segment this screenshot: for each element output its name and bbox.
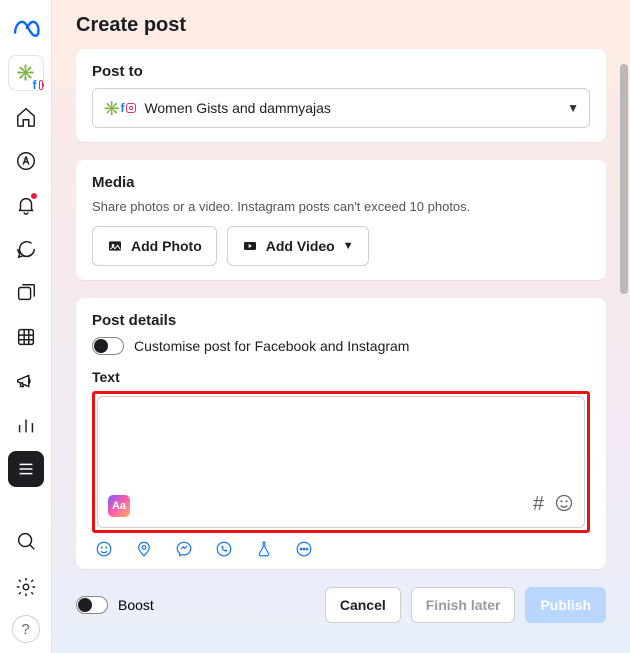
add-photo-label: Add Photo xyxy=(131,238,202,254)
grid-icon[interactable] xyxy=(8,319,44,355)
media-heading: Media xyxy=(92,174,590,191)
publish-button: Publish xyxy=(525,587,606,623)
more-icon[interactable] xyxy=(294,539,314,559)
post-to-heading: Post to xyxy=(92,63,590,80)
help-button[interactable]: ? xyxy=(12,615,40,643)
footer-bar: Boost Cancel Finish later Publish xyxy=(52,587,630,637)
menu-icon[interactable] xyxy=(8,451,44,487)
emoji-icon[interactable] xyxy=(554,493,574,519)
cancel-button[interactable]: Cancel xyxy=(325,587,401,623)
whatsapp-icon[interactable] xyxy=(214,539,234,559)
home-icon[interactable] xyxy=(8,99,44,135)
chevron-down-icon: ▼ xyxy=(343,240,354,252)
customise-label: Customise post for Facebook and Instagra… xyxy=(134,338,409,354)
meta-logo[interactable] xyxy=(12,14,40,47)
text-label: Text xyxy=(92,369,590,385)
megaphone-icon[interactable] xyxy=(8,363,44,399)
post-to-card: Post to ✳️ f Women Gists and dammyajas ▼ xyxy=(76,49,606,142)
text-style-icon[interactable]: Aa xyxy=(108,495,130,517)
media-card: Media Share photos or a video. Instagram… xyxy=(76,160,606,280)
feeling-icon[interactable] xyxy=(94,539,114,559)
main-content: Create post Post to ✳️ f Women Gists and… xyxy=(52,0,630,653)
accounts-dual-icon: ✳️ f xyxy=(103,100,136,117)
post-details-heading: Post details xyxy=(92,312,590,329)
text-highlight-box: Aa # xyxy=(92,391,590,533)
hashtag-icon[interactable]: # xyxy=(533,493,544,519)
gear-icon[interactable] xyxy=(8,569,44,605)
boost-toggle[interactable] xyxy=(76,596,108,614)
page-avatar[interactable]: ✳️ f xyxy=(8,55,44,91)
page-title: Create post xyxy=(52,0,630,49)
post-details-card: Post details Customise post for Facebook… xyxy=(76,298,606,569)
chevron-down-icon: ▼ xyxy=(567,101,579,115)
search-icon[interactable] xyxy=(8,523,44,559)
cards-icon[interactable] xyxy=(8,275,44,311)
global-sidebar: ✳️ f ? xyxy=(0,0,52,653)
attachment-icons xyxy=(94,539,588,559)
add-video-label: Add Video xyxy=(266,238,335,254)
scrollbar[interactable] xyxy=(620,64,628,294)
circle-a-icon[interactable] xyxy=(8,143,44,179)
finish-later-button[interactable]: Finish later xyxy=(411,587,516,623)
post-to-selected-label: Women Gists and dammyajas xyxy=(144,100,559,116)
messenger-icon[interactable] xyxy=(174,539,194,559)
customise-toggle[interactable] xyxy=(92,337,124,355)
add-video-button[interactable]: Add Video ▼ xyxy=(227,226,369,266)
bars-icon[interactable] xyxy=(8,407,44,443)
scrollbar-thumb[interactable] xyxy=(620,64,628,294)
post-text-input[interactable]: Aa # xyxy=(97,396,585,528)
bell-icon[interactable] xyxy=(8,187,44,223)
post-to-select[interactable]: ✳️ f Women Gists and dammyajas ▼ xyxy=(92,88,590,128)
media-subtitle: Share photos or a video. Instagram posts… xyxy=(92,199,590,214)
add-photo-button[interactable]: Add Photo xyxy=(92,226,217,266)
location-icon[interactable] xyxy=(134,539,154,559)
boost-label: Boost xyxy=(118,597,154,613)
flask-icon[interactable] xyxy=(254,539,274,559)
chat-icon[interactable] xyxy=(8,231,44,267)
